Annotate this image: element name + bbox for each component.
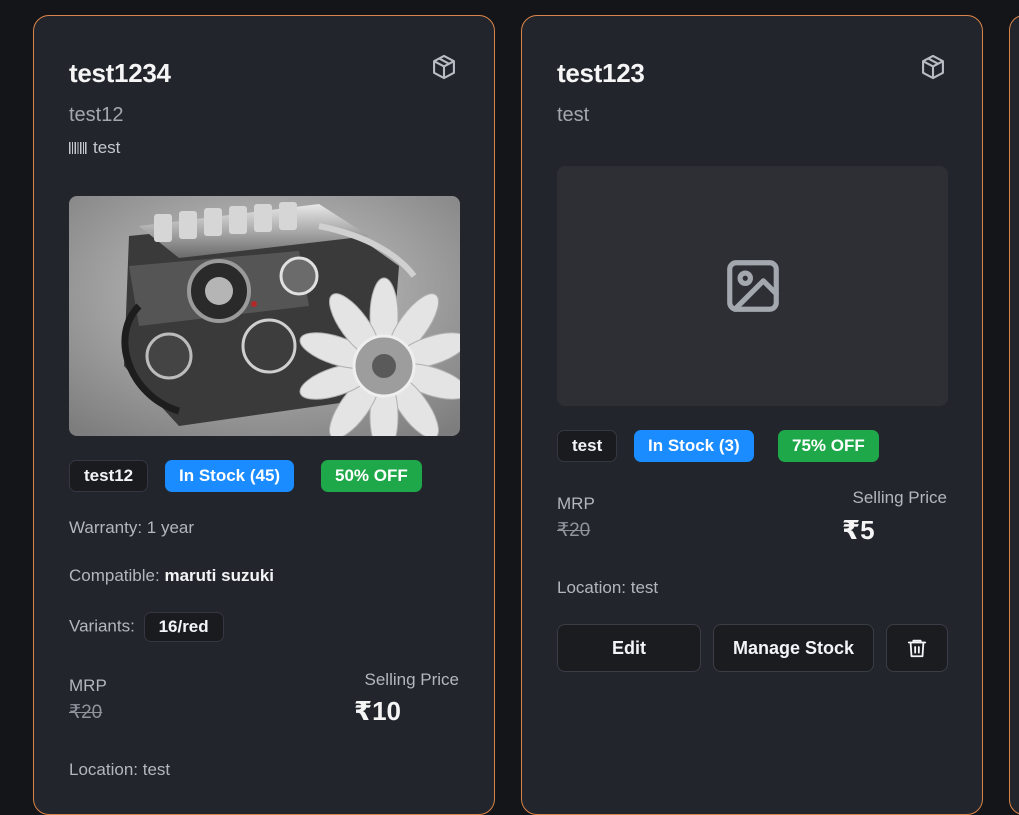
product-title: test123 [557, 58, 645, 88]
sku-row: test [69, 138, 120, 158]
product-card[interactable]: test1234 test12 test test12 In Stock (45… [33, 15, 495, 815]
compatible-row: Compatible: maruti suzuki [69, 566, 274, 586]
selling-price-label: Selling Price [364, 670, 460, 689]
brand-badge: test12 [69, 460, 149, 492]
brand-badge: test [557, 430, 618, 462]
stock-badge: In Stock (45) [165, 460, 295, 492]
discount-badge: 75% OFF [778, 430, 879, 462]
manage-stock-button[interactable]: Manage Stock [713, 624, 874, 672]
product-subtitle: test12 [69, 104, 124, 126]
product-image [69, 196, 460, 436]
edit-button[interactable]: Edit [557, 624, 701, 672]
location-text: Location: test [557, 578, 659, 597]
discount-badge: 50% OFF [321, 460, 422, 492]
mrp-label: MRP [557, 494, 595, 513]
product-card[interactable]: test123 test test In Stock (3) 75% OFF M… [521, 15, 983, 815]
engine-photo [69, 196, 460, 436]
location-text: Location: test [69, 760, 171, 779]
barcode-icon [69, 142, 87, 154]
package-icon [922, 54, 944, 80]
next-product-card [1009, 15, 1019, 815]
product-title: test1234 [69, 58, 171, 88]
selling-price-value: ₹10 [354, 696, 402, 726]
warranty-row: Warranty: 1 year [69, 518, 194, 538]
delete-button[interactable] [886, 624, 948, 672]
product-subtitle: test [557, 104, 590, 126]
sku-text: test [93, 138, 121, 157]
variant-chip[interactable]: 16/red [143, 612, 224, 642]
warranty-label: Warranty: [69, 518, 143, 537]
variants-label: Variants: [69, 616, 135, 636]
variants-row: Variants: 16/red [69, 612, 224, 642]
mrp-value: ₹20 [69, 702, 103, 723]
package-icon [433, 54, 455, 80]
product-image [557, 166, 948, 406]
trash-icon [907, 639, 927, 658]
stock-badge: In Stock (3) [634, 430, 754, 462]
warranty-value: 1 year [146, 518, 195, 537]
compatible-value: maruti suzuki [164, 566, 275, 585]
mrp-label: MRP [69, 676, 107, 695]
selling-price-value: ₹5 [842, 515, 875, 545]
image-placeholder-icon [726, 260, 779, 312]
selling-price-label: Selling Price [852, 488, 948, 507]
compatible-label: Compatible: [69, 566, 160, 585]
mrp-value: ₹20 [557, 520, 591, 541]
